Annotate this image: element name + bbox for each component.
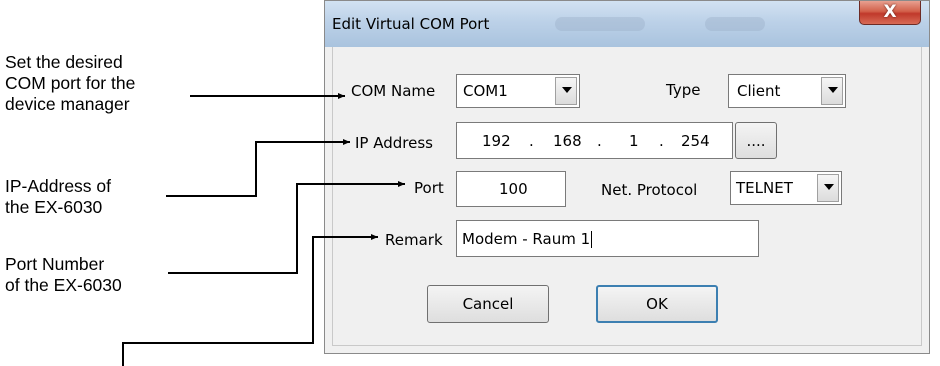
callout-line-ip-address [166, 139, 350, 197]
callout-lines [122, 93, 405, 366]
callout-line-remark [122, 234, 378, 366]
callout-line-port [168, 181, 405, 274]
